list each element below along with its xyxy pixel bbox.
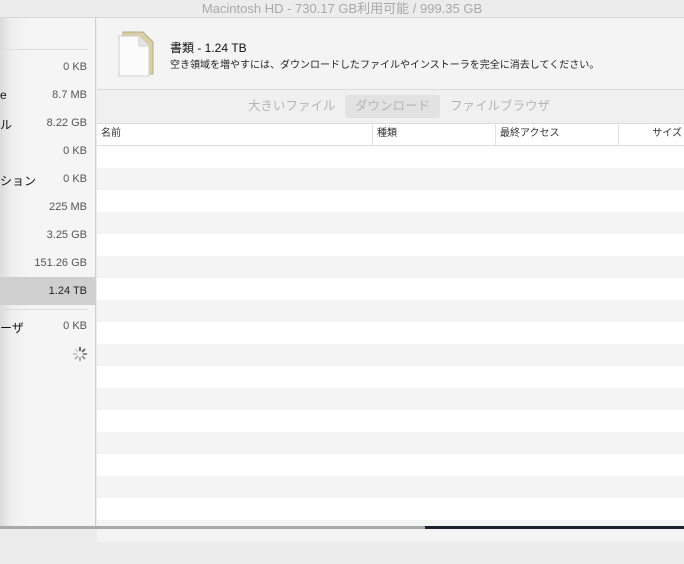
sidebar-item-size: 3.25 GB [46,229,87,241]
sidebar-item-size: 0 KB [63,61,87,73]
sidebar-item[interactable]: 225 MB [0,193,96,221]
sidebar-item-label: e [0,88,7,102]
file-table: 名前 種類 最終アクセス サイズ [97,123,684,542]
document-icon [118,31,154,77]
view-tabs: 大きいファイル ダウンロード ファイルブラウザ [97,90,684,123]
sidebar-item-size: 1.24 TB [48,285,87,297]
sidebar-item-label: ル [0,118,13,132]
sidebar-item-label: ーザ [0,321,24,335]
window-title: Macintosh HD - 730.17 GB利用可能 / 999.35 GB [0,0,684,18]
sidebar-item-size: 225 MB [49,201,87,213]
sidebar: 0 KB e 8.7 MB ル 8.22 GB 0 KB ション 0 KB 225 M… [0,18,96,529]
loading-spinner-icon [72,346,88,362]
column-last-accessed[interactable]: 最終アクセス [496,124,619,145]
category-title: 書類 - 1.24 TB [170,41,247,55]
sidebar-item[interactable]: 151.26 GB [0,249,96,277]
column-kind[interactable]: 種類 [373,124,496,145]
tab-large-files[interactable]: 大きいファイル [238,95,346,118]
sidebar-item[interactable]: ーザ 0 KB [0,312,96,340]
sidebar-item-label: ション [0,174,37,188]
table-body [97,146,684,564]
sidebar-item-size: 0 KB [63,145,87,157]
category-description: 空き領域を増やすには、ダウンロードしたファイルやインストーラを完全に消去してくだ… [170,60,600,71]
sidebar-divider [0,49,88,50]
sidebar-item-size: 8.22 GB [46,117,87,129]
sidebar-item[interactable]: ル 8.22 GB [0,109,96,137]
sidebar-item[interactable]: 0 KB [0,137,96,165]
tab-file-browser[interactable]: ファイルブラウザ [440,95,560,118]
sidebar-item[interactable]: 0 KB [0,53,96,81]
column-size[interactable]: サイズ [619,124,684,145]
sidebar-item-size: 0 KB [63,320,87,332]
sidebar-item-size: 0 KB [63,173,87,185]
sidebar-item[interactable]: e 8.7 MB [0,81,96,109]
sidebar-item[interactable]: 3.25 GB [0,221,96,249]
sidebar-item-size: 8.7 MB [52,89,87,101]
table-header: 名前 種類 最終アクセス サイズ [97,124,684,146]
column-name[interactable]: 名前 [97,124,373,145]
sidebar-item[interactable]: ション 0 KB [0,165,96,193]
tab-downloads[interactable]: ダウンロード [345,95,441,118]
sidebar-item-documents[interactable]: 1.24 TB [0,277,96,305]
category-header: 書類 - 1.24 TB 空き領域を増やすには、ダウンロードしたファイルやインス… [97,18,684,90]
sidebar-divider [0,309,88,310]
sidebar-item-size: 151.26 GB [34,257,87,269]
